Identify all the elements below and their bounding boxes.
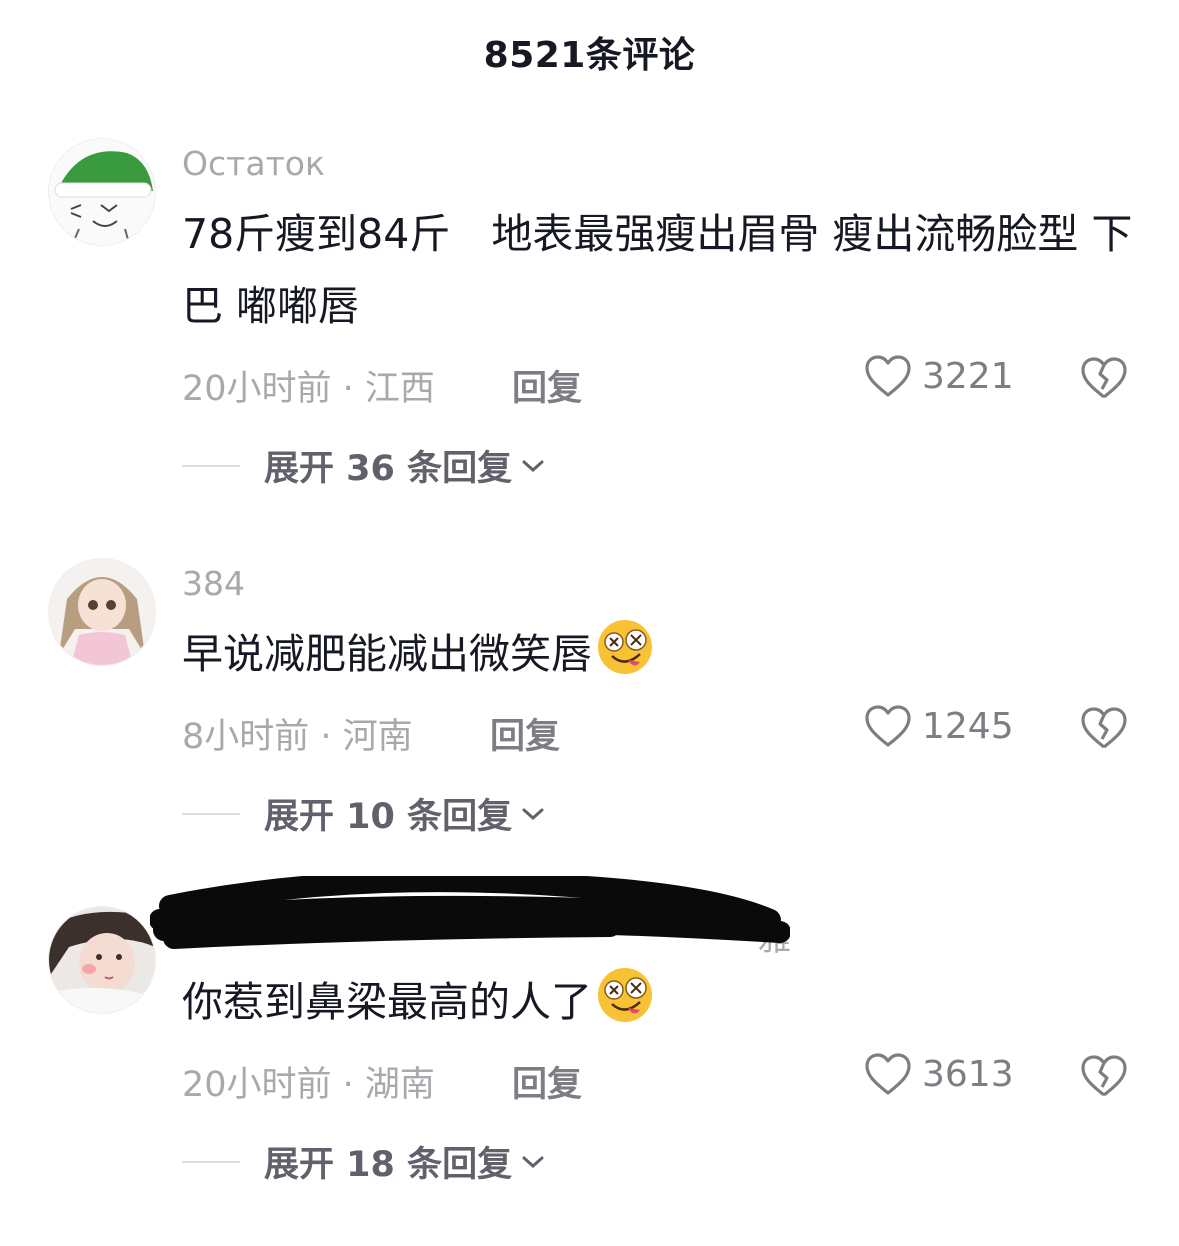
username[interactable]: 384 xyxy=(182,564,245,603)
divider-line xyxy=(182,1160,240,1163)
reply-button[interactable]: 回复 xyxy=(490,708,560,759)
crazy-face-emoji xyxy=(598,968,652,1022)
reply-button[interactable]: 回复 xyxy=(512,1056,582,1107)
expand-replies-label: 展开 36 条回复 xyxy=(264,449,513,489)
heart-outline-icon xyxy=(865,1053,911,1095)
comment-text: 你惹到鼻梁最高的人了 xyxy=(182,966,1142,1038)
redaction-scribble xyxy=(150,876,790,949)
avatar[interactable] xyxy=(48,906,156,1014)
avatar[interactable] xyxy=(48,138,156,246)
broken-heart-icon[interactable] xyxy=(1080,1054,1128,1098)
expand-replies-button[interactable]: 展开 10 条回复 xyxy=(182,788,546,839)
like-count: 3221 xyxy=(922,355,1014,397)
like-button[interactable]: 3221 xyxy=(864,354,1014,398)
heart-outline-icon xyxy=(865,355,911,397)
divider-line xyxy=(182,812,240,815)
comment-item: 雅 你惹到鼻梁最高的人了 20小时前 · 湖南 回复 3613 展开 18 条回… xyxy=(0,876,1179,1246)
comment-time-location: 20小时前 · 湖南 xyxy=(182,1065,435,1105)
comment-time-location: 8小时前 · 河南 xyxy=(182,717,413,757)
comment-time-location: 20小时前 · 江西 xyxy=(182,369,435,409)
comment-text: 早说减肥能减出微笑唇 xyxy=(182,618,1142,690)
crazy-face-emoji xyxy=(598,620,652,674)
like-button[interactable]: 3613 xyxy=(864,1052,1014,1096)
expand-replies-label: 展开 10 条回复 xyxy=(264,797,513,837)
expand-replies-button[interactable]: 展开 18 条回复 xyxy=(182,1136,546,1187)
chevron-down-icon xyxy=(522,808,544,820)
heart-outline-icon xyxy=(865,705,911,747)
comment-text: 78斤瘦到84斤 地表最强瘦出眉骨 瘦出流畅脸型 下巴 嘟嘟唇 xyxy=(182,210,1133,330)
username[interactable]: Остаток xyxy=(182,144,325,183)
like-count: 1245 xyxy=(922,705,1014,747)
comment-text-body: 你惹到鼻梁最高的人了 xyxy=(182,978,592,1026)
comment-text-body: 早说减肥能减出微笑唇 xyxy=(182,630,592,678)
comment-item: Остаток 78斤瘦到84斤 地表最强瘦出眉骨 瘦出流畅脸型 下巴 嘟嘟唇 … xyxy=(0,138,1179,489)
broken-heart-icon[interactable] xyxy=(1080,356,1128,400)
expand-replies-label: 展开 18 条回复 xyxy=(264,1145,513,1185)
expand-replies-button[interactable]: 展开 36 条回复 xyxy=(182,440,546,491)
comments-count-title: 8521条评论 xyxy=(483,35,696,76)
like-button[interactable]: 1245 xyxy=(864,704,1014,748)
broken-heart-icon[interactable] xyxy=(1080,706,1128,750)
avatar[interactable] xyxy=(48,558,156,666)
chevron-down-icon xyxy=(522,1156,544,1168)
like-count: 3613 xyxy=(922,1053,1014,1095)
comment-item: 384 早说减肥能减出微笑唇 8小时前 · 河南 回复 1245 展开 10 条… xyxy=(0,558,1179,898)
chevron-down-icon xyxy=(522,460,544,472)
divider-line xyxy=(182,464,240,467)
reply-button[interactable]: 回复 xyxy=(512,360,582,411)
